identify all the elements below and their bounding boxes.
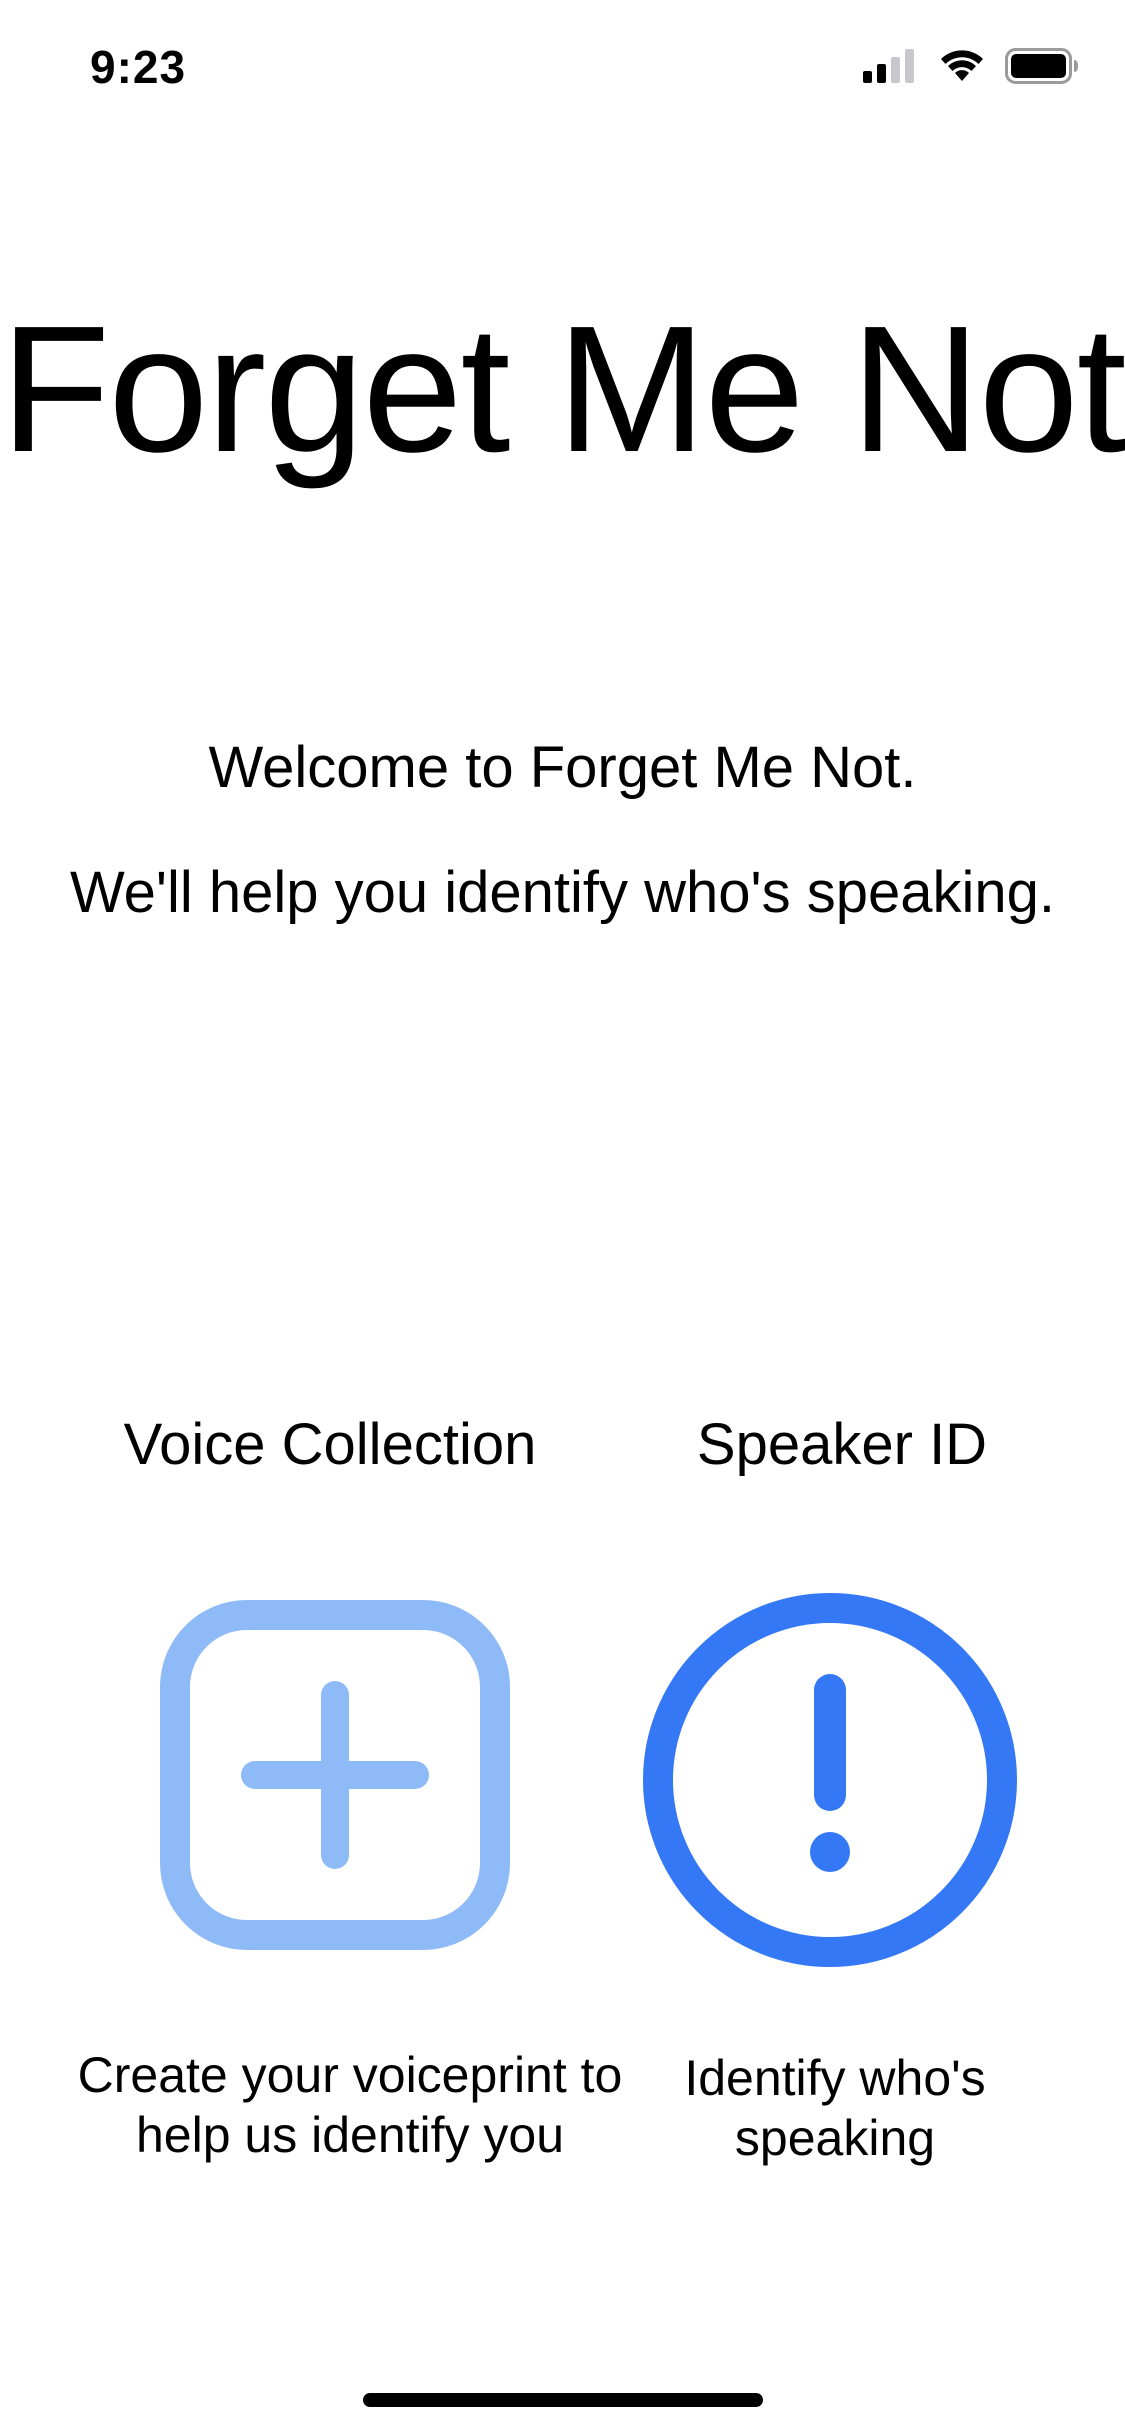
voice-collection-description: Create your voiceprint to help us identi… <box>77 2047 623 2163</box>
battery-icon <box>1005 47 1079 89</box>
voice-collection-label: Voice Collection <box>123 1412 537 1477</box>
plus-square-icon <box>160 1600 510 1953</box>
home-indicator[interactable] <box>363 2393 763 2407</box>
speaker-id-label: Speaker ID <box>696 1412 988 1477</box>
app-title: Forget Me Not <box>0 289 1125 490</box>
status-icons <box>863 47 1079 89</box>
welcome-subtitle: We'll help you identify who's speaking. <box>69 860 1056 925</box>
welcome-message: Welcome to Forget Me Not. <box>208 735 917 800</box>
status-time: 9:23 <box>90 41 187 93</box>
voice-collection-button[interactable] <box>160 1600 510 1950</box>
speaker-id-description: Identify who's speaking <box>684 2050 986 2166</box>
cellular-signal-icon <box>863 48 919 88</box>
wifi-icon <box>939 49 985 88</box>
exclamation-circle-icon <box>640 1593 1020 1973</box>
speaker-id-button[interactable] <box>640 1590 1020 1970</box>
status-bar: 9:23 <box>0 0 1125 132</box>
